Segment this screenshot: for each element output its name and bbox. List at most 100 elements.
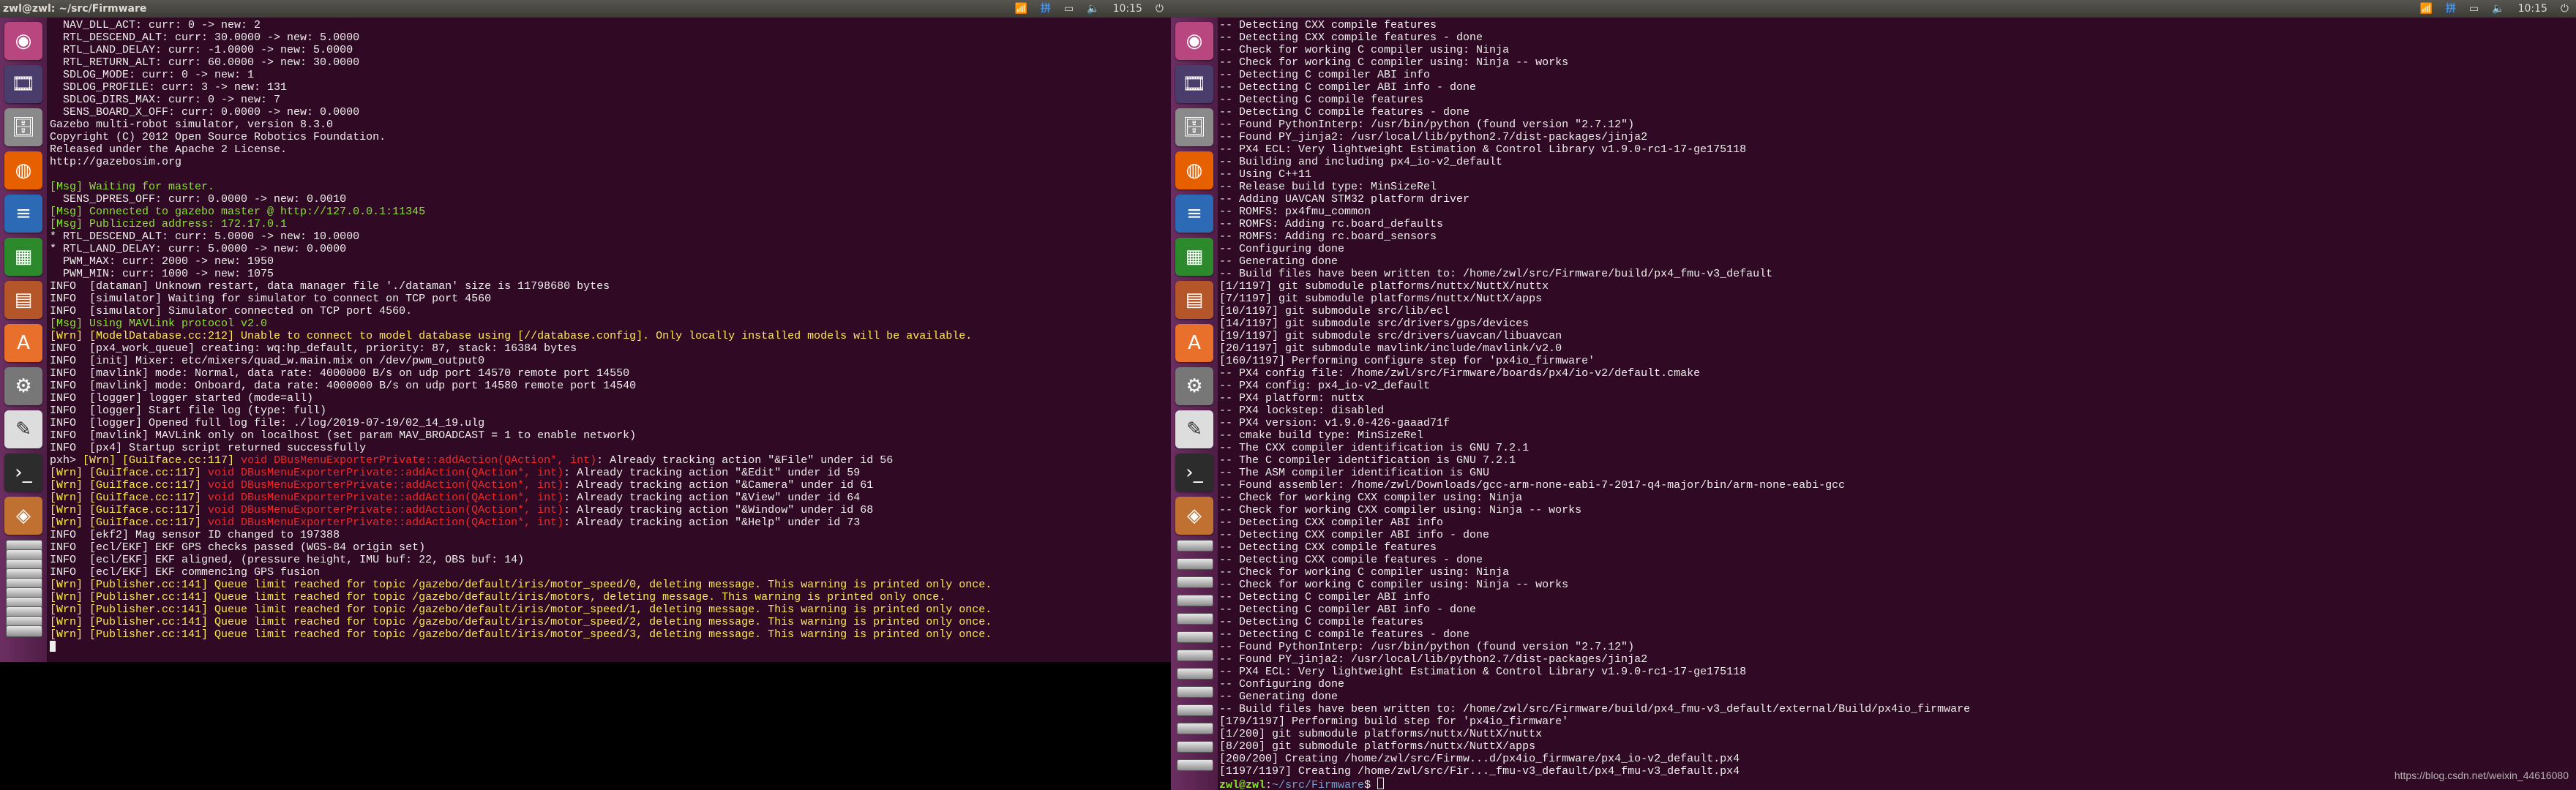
system-settings-icon[interactable]: ⚙ xyxy=(1175,367,1213,405)
drive-icon[interactable] xyxy=(6,625,42,637)
drive-icon[interactable] xyxy=(1177,723,1213,734)
terminal-line: -- Check for working C compiler using: N… xyxy=(1219,566,1510,579)
text-segment: [Wrn] [Publisher.cc:141] Queue limit rea… xyxy=(50,616,992,628)
terminal-line: Released under the Apache 2 License. xyxy=(50,143,992,156)
text-segment: [Wrn] [GuiIface.cc:117] xyxy=(83,454,242,467)
terminal-output[interactable]: NAV_DLL_ACT: curr: 0 -> new: 2 RTL_DESCE… xyxy=(50,19,992,653)
terminal-output[interactable]: -- Detecting CXX compile features -- Dete… xyxy=(1219,19,1970,790)
terminal-line: -- Configuring done xyxy=(1219,678,1345,691)
drive-icon[interactable] xyxy=(1177,540,1213,552)
watermark: https://blog.csdn.net/weixin_44616080 xyxy=(2394,770,2569,781)
drive-icon[interactable] xyxy=(1177,576,1213,588)
terminal-icon[interactable]: ›_ xyxy=(4,454,42,492)
terminal-line: -- Release build type: MinSizeRel xyxy=(1219,181,1437,193)
text-segment: void DBusMenuExporterPrivate::addAction(… xyxy=(208,516,564,529)
videos-icon[interactable]: 🎞 xyxy=(4,65,42,103)
drive-icon[interactable] xyxy=(1177,631,1213,643)
terminal-line: SDLOG_MODE: curr: 0 -> new: 1 xyxy=(50,69,992,81)
drive-icon[interactable] xyxy=(1177,686,1213,698)
top-panel: zwl@zwl: ~/src/Firmware 📶 拼 ▭ 🔈 10:15 ⏻ xyxy=(0,0,1171,18)
power-icon[interactable]: ⏻ xyxy=(1156,0,1164,18)
files-icon[interactable]: 🗄 xyxy=(1175,108,1213,146)
input-method-icon[interactable]: 拼 xyxy=(2446,0,2456,18)
terminal-icon[interactable]: ›_ xyxy=(1175,454,1213,492)
text-segment: [Wrn] [Publisher.cc:141] Queue limit rea… xyxy=(50,628,992,641)
terminal-line: [Wrn] [Publisher.cc:141] Queue limit rea… xyxy=(50,591,992,603)
text-segment: INFO [px4] Startup script returned succe… xyxy=(50,442,367,454)
files-icon[interactable]: 🗄 xyxy=(4,108,42,146)
text-segment: : Already tracking action "&Camera" unde… xyxy=(564,479,874,492)
impress-icon[interactable]: ▤ xyxy=(4,281,42,319)
terminal-line: -- The CXX compiler identification is GN… xyxy=(1219,442,1530,454)
text-segment: [Wrn] [GuiIface.cc:117] xyxy=(50,516,209,529)
ubuntu-dash-icon[interactable]: ◉ xyxy=(4,22,42,60)
videos-icon[interactable]: 🎞 xyxy=(1175,65,1213,103)
text-segment: NAV_DLL_ACT: curr: 0 -> new: 2 xyxy=(50,19,261,31)
drive-icon[interactable] xyxy=(1177,613,1213,625)
software-center-icon[interactable]: A xyxy=(4,324,42,362)
terminal-line: -- PX4 lockstep: disabled xyxy=(1219,405,1385,417)
wifi-icon[interactable]: 📶 xyxy=(2419,0,2432,18)
drive-icon[interactable] xyxy=(1177,558,1213,570)
text-segment: INFO [ekf2] Mag sensor ID changed to 197… xyxy=(50,529,340,541)
terminal-line: [Wrn] [ModelDatabase.cc:212] Unable to c… xyxy=(50,330,992,342)
terminal-line: INFO [ecl/EKF] EKF GPS checks passed (WG… xyxy=(50,541,992,554)
terminal-line: INFO [logger] logger started (mode=all) xyxy=(50,392,992,405)
terminal-line: INFO [logger] Start file log (type: full… xyxy=(50,405,992,417)
power-icon[interactable]: ⏻ xyxy=(2561,0,2569,18)
terminal-line: INFO [dataman] Unknown restart, data man… xyxy=(50,280,992,293)
writer-icon[interactable]: ≡ xyxy=(1175,195,1213,233)
writer-icon[interactable]: ≡ xyxy=(4,195,42,233)
sketchup-icon[interactable]: ◈ xyxy=(1175,497,1213,535)
drive-icon[interactable] xyxy=(1177,595,1213,606)
volume-icon[interactable]: 🔈 xyxy=(2492,0,2504,18)
drive-icon[interactable] xyxy=(1177,668,1213,680)
text-editor-icon[interactable]: ✎ xyxy=(4,410,42,448)
drive-icon[interactable] xyxy=(1177,704,1213,716)
terminal-line: -- ROMFS: px4fmu_common xyxy=(1219,206,1371,218)
terminal-line: -- Check for working C compiler using: N… xyxy=(1219,579,1569,591)
sketchup-icon[interactable]: ◈ xyxy=(4,497,42,535)
terminal-line: -- Check for working CXX compiler using:… xyxy=(1219,492,1523,504)
input-method-icon[interactable]: 拼 xyxy=(1041,0,1051,18)
text-segment: INFO [init] Mixer: etc/mixers/quad_w.mai… xyxy=(50,355,485,367)
terminal-line: INFO [logger] Opened full log file: ./lo… xyxy=(50,417,992,429)
terminal-line: -- Check for working C compiler using: N… xyxy=(1219,56,1569,69)
system-settings-icon[interactable]: ⚙ xyxy=(4,367,42,405)
text-segment: [Msg] Waiting for master. xyxy=(50,181,215,193)
battery-icon[interactable]: ▭ xyxy=(2469,0,2479,18)
wifi-icon[interactable]: 📶 xyxy=(1014,0,1027,18)
impress-icon[interactable]: ▤ xyxy=(1175,281,1213,319)
terminal-line: INFO [ekf2] Mag sensor ID changed to 197… xyxy=(50,529,992,541)
ubuntu-dash-icon[interactable]: ◉ xyxy=(1175,22,1213,60)
clock[interactable]: 10:15 xyxy=(1113,0,1142,18)
battery-icon[interactable]: ▭ xyxy=(1064,0,1074,18)
launcher: ◉ 🎞 🗄 ◍ ≡ ▦ ▤ A ⚙ ✎ ›_ ◈ xyxy=(1171,18,1218,790)
terminal-line: -- Detecting CXX compile features xyxy=(1219,19,1437,31)
drive-icon[interactable] xyxy=(1177,741,1213,753)
text-editor-icon[interactable]: ✎ xyxy=(1175,410,1213,448)
text-segment: INFO [mavlink] mode: Onboard, data rate:… xyxy=(50,380,637,392)
firefox-icon[interactable]: ◍ xyxy=(4,151,42,189)
terminal-line: -- PX4 config file: /home/zwl/src/Firmwa… xyxy=(1219,367,1701,380)
text-segment: [Wrn] [Publisher.cc:141] Queue limit rea… xyxy=(50,603,992,616)
drive-icon[interactable] xyxy=(1177,650,1213,661)
text-segment: [Wrn] [GuiIface.cc:117] xyxy=(50,492,209,504)
clock[interactable]: 10:15 xyxy=(2518,0,2547,18)
text-segment: : Already tracking action "&Window" unde… xyxy=(564,504,874,516)
software-center-icon[interactable]: A xyxy=(1175,324,1213,362)
shell-prompt[interactable]: zwl@zwl:~/src/Firmware$ xyxy=(1219,778,1970,790)
terminal-line: -- ROMFS: Adding rc.board_defaults xyxy=(1219,218,1444,230)
drive-icon[interactable] xyxy=(1177,759,1213,771)
calc-icon[interactable]: ▦ xyxy=(1175,238,1213,276)
firefox-icon[interactable]: ◍ xyxy=(1175,151,1213,189)
volume-icon[interactable]: 🔈 xyxy=(1087,0,1099,18)
text-segment: Released under the Apache 2 License. xyxy=(50,143,288,156)
terminal-line: INFO [simulator] Waiting for simulator t… xyxy=(50,293,992,305)
text-segment: void DBusMenuExporterPrivate::addAction(… xyxy=(208,479,564,492)
calc-icon[interactable]: ▦ xyxy=(4,238,42,276)
terminal-line: [Wrn] [Publisher.cc:141] Queue limit rea… xyxy=(50,603,992,616)
terminal-line: -- Check for working C compiler using: N… xyxy=(1219,44,1510,56)
text-segment: void DBusMenuExporterPrivate::addAction(… xyxy=(208,492,564,504)
text-segment: PWM_MIN: curr: 1000 -> new: 1075 xyxy=(50,268,274,280)
